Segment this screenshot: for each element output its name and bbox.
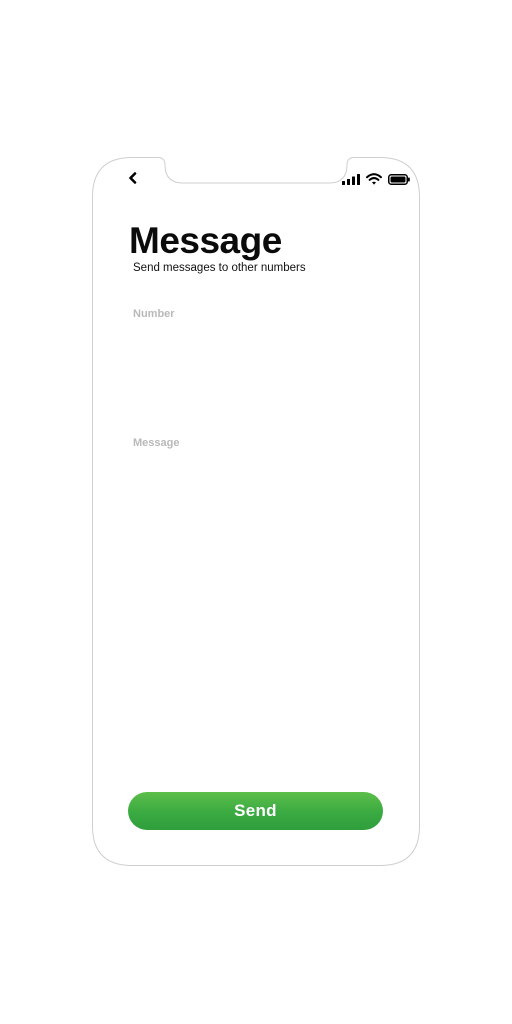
send-button[interactable]: Send: [128, 792, 383, 830]
message-input[interactable]: [132, 454, 380, 774]
phone-frame: Message Send messages to other numbers N…: [92, 157, 420, 866]
signal-icon: [342, 173, 360, 185]
page-title: Message: [129, 220, 282, 261]
screen: Message Send messages to other numbers N…: [0, 0, 512, 1024]
wifi-icon: [366, 173, 382, 185]
number-input[interactable]: [132, 325, 380, 385]
back-button[interactable]: [124, 171, 142, 189]
status-bar-icons: [342, 172, 410, 186]
number-label: Number: [133, 308, 175, 320]
page-subtitle: Send messages to other numbers: [133, 262, 306, 274]
message-label: Message: [133, 437, 180, 449]
chevron-left-icon: [128, 171, 138, 189]
battery-icon: [388, 173, 410, 185]
